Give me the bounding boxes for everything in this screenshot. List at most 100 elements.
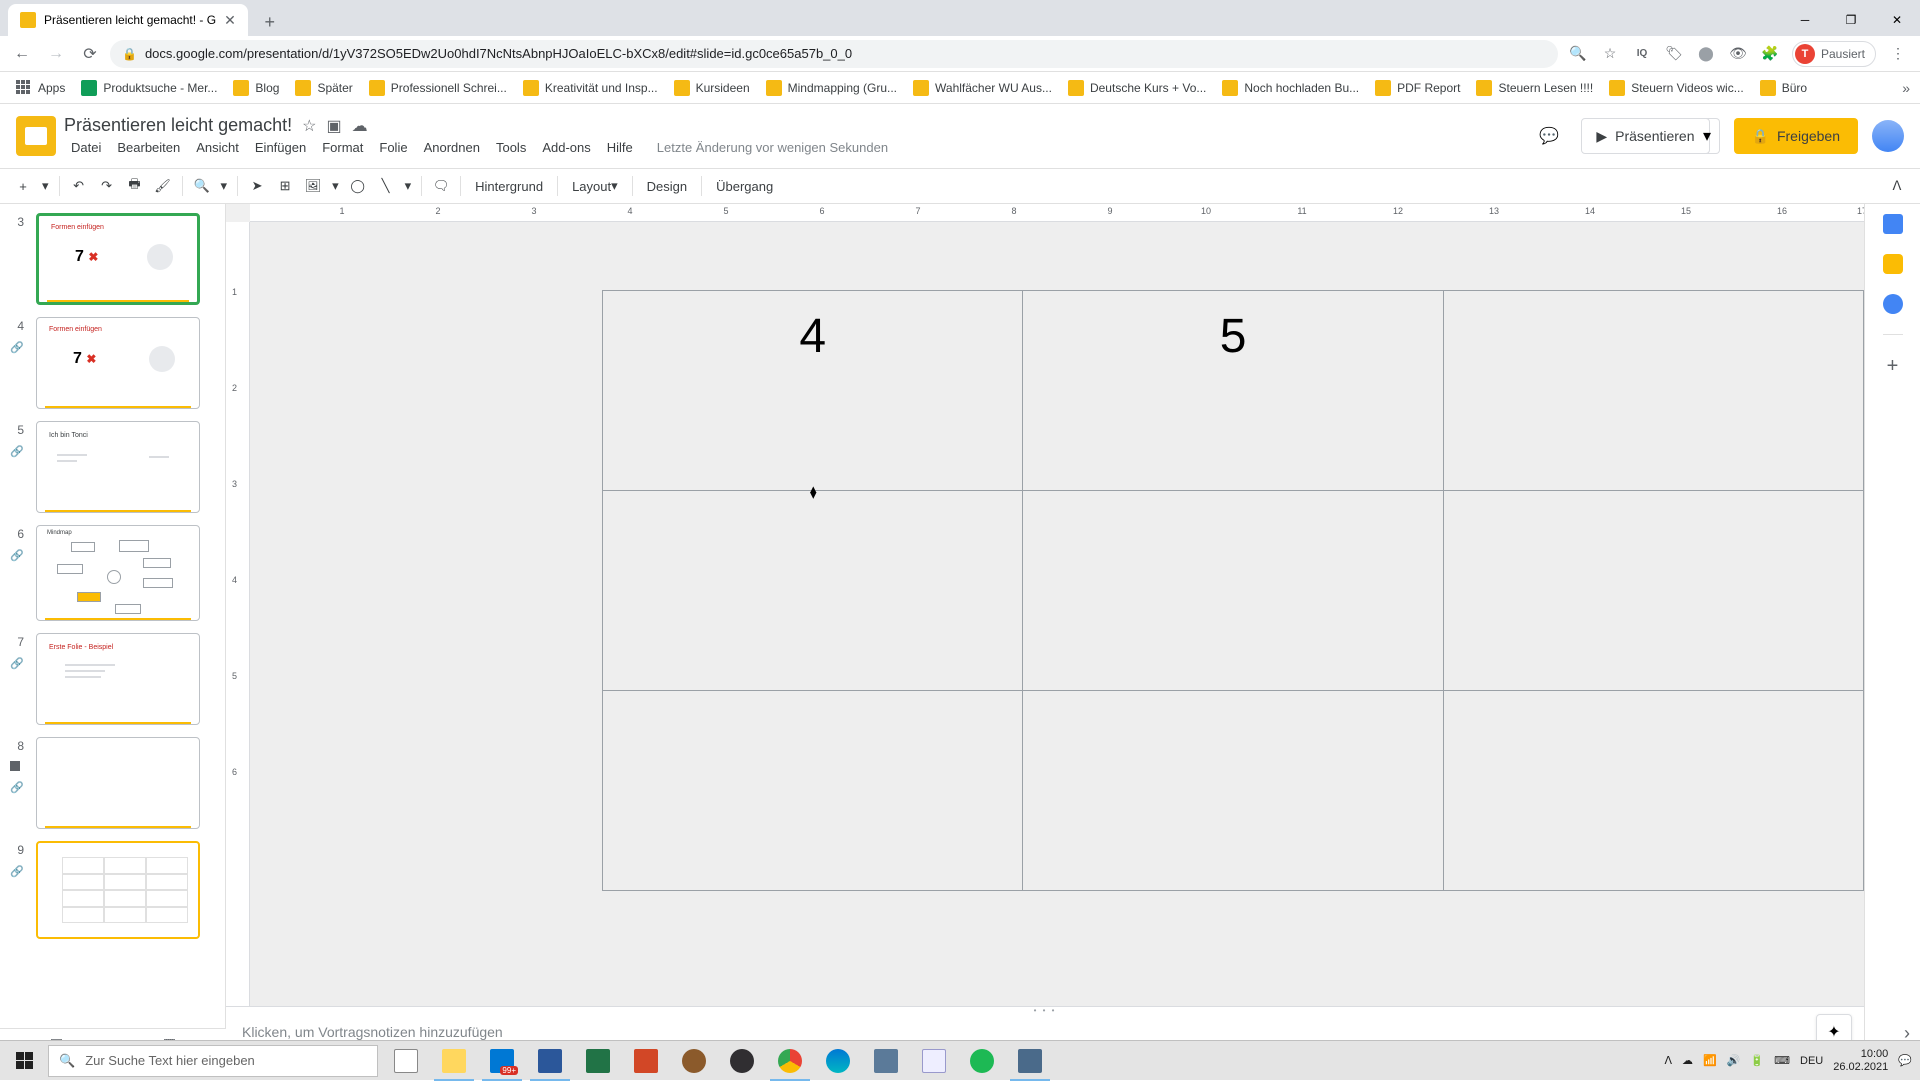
browser-tab[interactable]: Präsentieren leicht gemacht! - G ✕ [8,4,248,36]
bookmark-spaeter[interactable]: Später [289,76,358,100]
taskbar-app-brown[interactable] [670,1041,718,1081]
taskbar-spotify[interactable] [958,1041,1006,1081]
slide-thumbnail-8[interactable] [36,737,200,829]
keep-addon-icon[interactable] [1883,254,1903,274]
taskbar-notepad[interactable] [910,1041,958,1081]
taskbar-explorer[interactable] [430,1041,478,1081]
bookmark-steuern-videos[interactable]: Steuern Videos wic... [1603,76,1750,100]
new-slide-button[interactable]: + [10,173,36,199]
slide-thumbnail-7[interactable]: Erste Folie - Beispiel [36,633,200,725]
select-tool[interactable]: ➤ [244,173,270,199]
paint-format-button[interactable]: 🖌 [150,173,176,199]
bookmark-blog[interactable]: Blog [227,76,285,100]
print-button[interactable]: 🖶 [122,173,148,199]
minimize-button[interactable]: ─ [1782,4,1828,36]
line-dropdown[interactable]: ▾ [401,173,416,199]
reload-button[interactable]: ⟳ [76,40,104,68]
menu-bearbeiten[interactable]: Bearbeiten [110,138,187,157]
bookmark-professionell[interactable]: Professionell Schrei... [363,76,513,100]
extensions-icon[interactable]: 🧩 [1760,44,1780,64]
redo-button[interactable]: ↷ [94,173,120,199]
table-cell[interactable] [1023,691,1443,891]
zoom-dropdown[interactable]: ▾ [217,173,232,199]
comment-tool[interactable]: 🗨 [428,173,454,199]
cloud-icon[interactable]: ☁ [352,116,368,136]
table-cell[interactable] [1443,691,1863,891]
bookmark-mindmapping[interactable]: Mindmapping (Gru... [760,76,903,100]
slide-panel[interactable]: 3 Formen einfügen 7 ✖ 4🔗 Formen einfügen… [0,204,226,1058]
table-cell[interactable]: 4 [603,291,1023,491]
maximize-button[interactable]: ❐ [1828,4,1874,36]
table-cell[interactable] [603,491,1023,691]
menu-format[interactable]: Format [315,138,370,157]
slide-canvas[interactable]: 4 5 ▴▾ [250,222,1864,1046]
document-title[interactable]: Präsentieren leicht gemacht! [64,115,292,136]
table-cell[interactable]: 5 [1023,291,1443,491]
zoom-button[interactable]: 🔍 [189,173,215,199]
bookmark-deutsche[interactable]: Deutsche Kurs + Vo... [1062,76,1212,100]
add-addon-button[interactable]: + [1887,355,1899,378]
close-window-button[interactable]: ✕ [1874,4,1920,36]
bookmark-wahlfaecher[interactable]: Wahlfächer WU Aus... [907,76,1058,100]
slides-logo[interactable] [16,116,56,156]
tray-volume-icon[interactable]: 🔊 [1727,1054,1741,1067]
menu-ansicht[interactable]: Ansicht [189,138,246,157]
table-cell[interactable] [1023,491,1443,691]
profile-chip[interactable]: T Pausiert [1792,41,1876,67]
extension-circle-icon[interactable]: ⬤ [1696,44,1716,64]
close-tab-icon[interactable]: ✕ [224,12,236,29]
zoom-icon[interactable]: 🔍 [1568,44,1588,64]
background-button[interactable]: Hintergrund [467,173,551,199]
task-view-button[interactable] [382,1041,430,1081]
user-avatar[interactable] [1872,120,1904,152]
menu-einfuegen[interactable]: Einfügen [248,138,313,157]
taskbar-obs[interactable] [718,1041,766,1081]
bookmark-produktsuche[interactable]: Produktsuche - Mer... [75,76,223,100]
new-tab-button[interactable]: + [256,8,284,36]
tray-chevron-icon[interactable]: ᐱ [1664,1054,1672,1067]
slide-thumbnail-9[interactable] [36,841,200,939]
transition-button[interactable]: Übergang [708,173,781,199]
windows-search[interactable]: 🔍 Zur Suche Text hier eingeben [48,1045,378,1077]
tray-clock[interactable]: 10:00 26.02.2021 [1833,1048,1888,1074]
move-icon[interactable]: ▣ [326,116,341,136]
tray-input-icon[interactable]: ⌨ [1774,1054,1790,1067]
menu-hilfe[interactable]: Hilfe [600,138,640,157]
slide-thumbnail-5[interactable]: Ich bin Tonci [36,421,200,513]
tray-wifi-icon[interactable]: 📶 [1703,1054,1717,1067]
calendar-addon-icon[interactable] [1883,214,1903,234]
design-button[interactable]: Design [639,173,695,199]
bookmarks-overflow[interactable]: » [1902,80,1910,96]
iq-icon[interactable]: IQ [1632,44,1652,64]
comments-button[interactable]: 💬 [1531,118,1567,154]
menu-anordnen[interactable]: Anordnen [417,138,487,157]
bookmark-kursideen[interactable]: Kursideen [668,76,756,100]
forward-button[interactable]: → [42,40,70,68]
taskbar-mail[interactable]: 99+ [478,1041,526,1081]
menu-tools[interactable]: Tools [489,138,533,157]
taskbar-app-2[interactable] [1006,1041,1054,1081]
share-button[interactable]: 🔒 Freigeben [1734,118,1858,154]
tasks-addon-icon[interactable] [1883,294,1903,314]
tray-language[interactable]: DEU [1800,1055,1823,1067]
new-slide-dropdown[interactable]: ▾ [38,173,53,199]
address-bar[interactable]: 🔒 docs.google.com/presentation/d/1yV372S… [110,40,1558,68]
table-cell[interactable] [603,691,1023,891]
chrome-menu-icon[interactable]: ⋮ [1888,44,1908,64]
shape-tool[interactable]: ◯ [345,173,371,199]
bookmark-steuern-lesen[interactable]: Steuern Lesen !!!! [1470,76,1599,100]
bookmark-hochladen[interactable]: Noch hochladen Bu... [1216,76,1365,100]
taskbar-edge[interactable] [814,1041,862,1081]
bookmark-pdf[interactable]: PDF Report [1369,76,1466,100]
bookmark-kreativitaet[interactable]: Kreativität und Insp... [517,76,664,100]
tray-onedrive-icon[interactable]: ☁ [1682,1054,1693,1067]
extension-eye-icon[interactable]: 👁 [1728,44,1748,64]
star-icon[interactable]: ☆ [302,116,316,136]
line-tool[interactable]: ╲ [373,173,399,199]
table-cell[interactable] [1443,491,1863,691]
back-button[interactable]: ← [8,40,36,68]
taskbar-powerpoint[interactable] [622,1041,670,1081]
taskbar-word[interactable] [526,1041,574,1081]
tray-battery-icon[interactable]: 🔋 [1750,1054,1764,1067]
textbox-tool[interactable]: ⊞ [272,173,298,199]
